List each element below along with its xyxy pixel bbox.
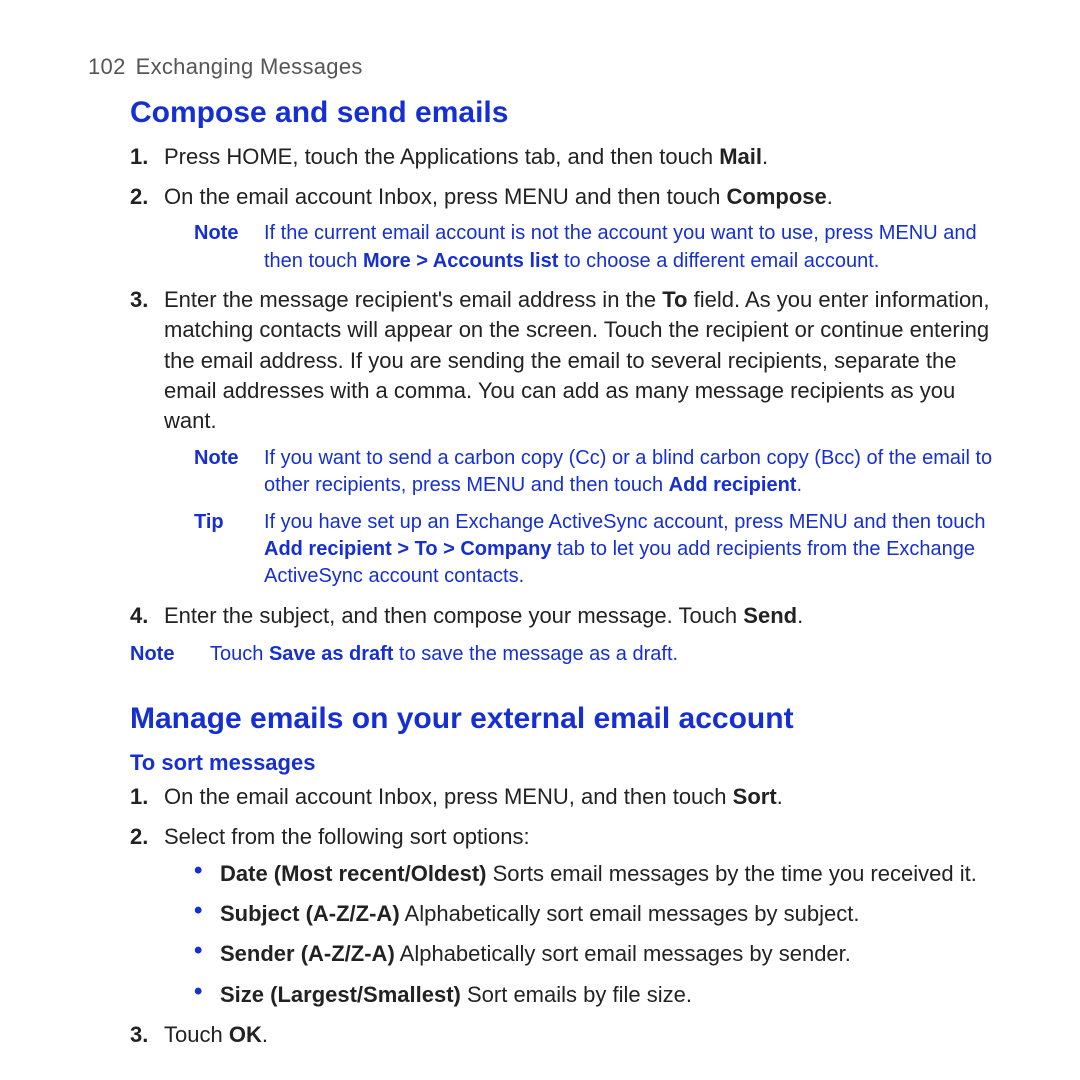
section-title-compose: Compose and send emails bbox=[130, 92, 1004, 133]
sort-step-1: 1. On the email account Inbox, press MEN… bbox=[130, 782, 1004, 812]
section-title-manage: Manage emails on your external email acc… bbox=[130, 698, 1004, 739]
step-text: On the email account Inbox, press MENU, … bbox=[164, 784, 783, 809]
sort-options: Date (Most recent/Oldest) Sorts email me… bbox=[194, 859, 1004, 1010]
page-header: 102 Exchanging Messages bbox=[88, 52, 1004, 82]
step-1: 1. Press HOME, touch the Applications ta… bbox=[130, 142, 1004, 172]
tip-label: Tip bbox=[194, 509, 242, 591]
step-2: 2. On the email account Inbox, press MEN… bbox=[130, 182, 1004, 275]
note-label: Note bbox=[130, 641, 188, 668]
note-body: Touch Save as draft to save the message … bbox=[210, 641, 678, 668]
chapter-title: Exchanging Messages bbox=[136, 54, 363, 79]
step-text: Enter the message recipient's email addr… bbox=[164, 287, 990, 433]
sort-option-subject: Subject (A-Z/Z-A) Alphabetically sort em… bbox=[194, 899, 1004, 929]
note-label: Note bbox=[194, 445, 242, 499]
step-text: Enter the subject, and then compose your… bbox=[164, 603, 803, 628]
step-text: Touch OK. bbox=[164, 1022, 268, 1047]
tip-exchange-recipients: Tip If you have set up an Exchange Activ… bbox=[194, 509, 1004, 591]
compose-steps: 1. Press HOME, touch the Applications ta… bbox=[130, 142, 1004, 631]
subheading-sort: To sort messages bbox=[130, 748, 1004, 778]
step-number: 3. bbox=[130, 1020, 148, 1050]
step-number: 2. bbox=[130, 182, 148, 212]
sort-steps: 1. On the email account Inbox, press MEN… bbox=[130, 782, 1004, 1051]
sort-option-size: Size (Largest/Smallest) Sort emails by f… bbox=[194, 980, 1004, 1010]
sort-option-sender: Sender (A-Z/Z-A) Alphabetically sort ema… bbox=[194, 939, 1004, 969]
note-cc-bcc: Note If you want to send a carbon copy (… bbox=[194, 445, 1004, 499]
step-number: 1. bbox=[130, 782, 148, 812]
sort-step-2: 2. Select from the following sort option… bbox=[130, 822, 1004, 1010]
note-save-draft: Note Touch Save as draft to save the mes… bbox=[130, 641, 1004, 668]
note-body: If you want to send a carbon copy (Cc) o… bbox=[264, 445, 1004, 499]
sort-step-3: 3. Touch OK. bbox=[130, 1020, 1004, 1050]
step-text: On the email account Inbox, press MENU a… bbox=[164, 184, 833, 209]
step-3: 3. Enter the message recipient's email a… bbox=[130, 285, 1004, 591]
step-4: 4. Enter the subject, and then compose y… bbox=[130, 601, 1004, 631]
tip-body: If you have set up an Exchange ActiveSyn… bbox=[264, 509, 1004, 591]
step-number: 1. bbox=[130, 142, 148, 172]
note-body: If the current email account is not the … bbox=[264, 220, 1004, 274]
page-number: 102 bbox=[88, 54, 126, 79]
sort-option-date: Date (Most recent/Oldest) Sorts email me… bbox=[194, 859, 1004, 889]
note-account-switch: Note If the current email account is not… bbox=[194, 220, 1004, 274]
step-number: 3. bbox=[130, 285, 148, 315]
note-label: Note bbox=[194, 220, 242, 274]
step-number: 2. bbox=[130, 822, 148, 852]
step-number: 4. bbox=[130, 601, 148, 631]
step-text: Press HOME, touch the Applications tab, … bbox=[164, 144, 768, 169]
step-text: Select from the following sort options: bbox=[164, 824, 530, 849]
